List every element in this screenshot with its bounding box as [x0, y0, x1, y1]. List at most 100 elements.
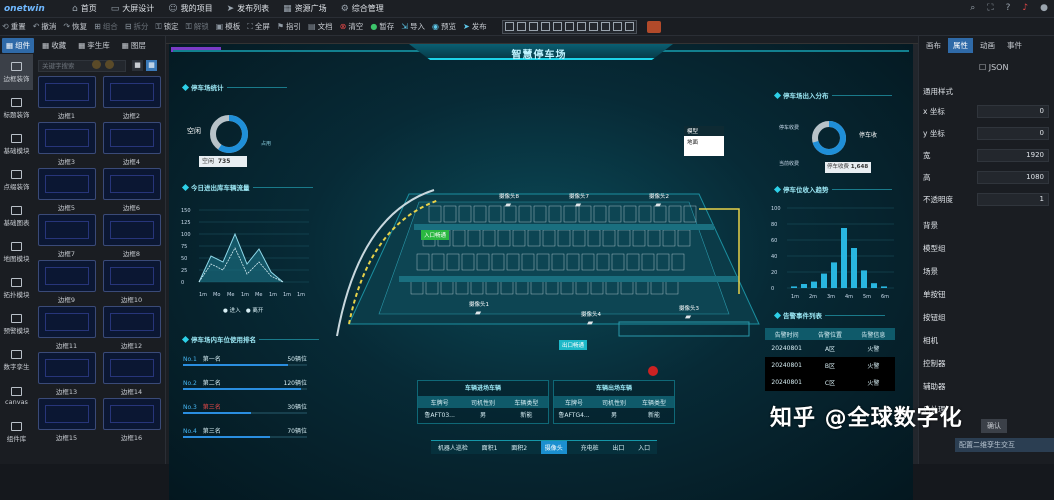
toolbar-save-button[interactable]: ● 暂存	[370, 21, 394, 32]
align-icon[interactable]	[600, 22, 610, 31]
camera-label[interactable]: 摄像头8 ▰	[499, 192, 519, 209]
toolbar-redo-button[interactable]: ↷ 恢复	[63, 21, 87, 32]
menu-item-0[interactable]: ⌂ 首页	[72, 3, 97, 14]
toolbar-publish-button[interactable]: ➤ 发布	[463, 21, 487, 32]
right-tab-0[interactable]: 画布	[921, 38, 946, 53]
thumbnail-item[interactable]: 边框5	[36, 168, 97, 212]
thumbnail-item[interactable]: 边框8	[101, 214, 162, 258]
thumbnail-item[interactable]: 边框16	[101, 398, 162, 442]
category-item-5[interactable]: 地图模块	[0, 234, 33, 270]
align-icon[interactable]	[528, 22, 538, 31]
model-legend-item[interactable]: 地面	[684, 136, 724, 148]
toolbar-lock-button[interactable]: ⚿ 锁定	[156, 21, 179, 32]
events-row[interactable]: 20240801 A区 火警	[765, 340, 895, 357]
toolbar-reset-button[interactable]: ⟲ 重置	[2, 21, 26, 32]
thumbnail-item[interactable]: 边框2	[101, 76, 162, 120]
events-row[interactable]: 20240801 B区 火警	[765, 357, 895, 374]
events-row[interactable]: 20240801 C区 火警	[765, 374, 895, 391]
property-group[interactable]: 模型组	[923, 243, 946, 254]
parking-3d-scene[interactable]	[319, 164, 789, 364]
toolbar-import-button[interactable]: ⇲ 导入	[401, 21, 425, 32]
align-icon[interactable]	[612, 22, 622, 31]
camera-label[interactable]: 摄像头1 ▰	[469, 300, 489, 317]
property-group[interactable]: 按钮组	[923, 312, 946, 323]
property-input[interactable]: 1920	[977, 148, 1049, 162]
scene-nav-item[interactable]: 摄像头	[540, 441, 567, 454]
menu-item-1[interactable]: ▭ 大屏设计	[111, 3, 155, 14]
user-avatar[interactable]: ●	[1040, 3, 1048, 13]
search-icon[interactable]: ⌕	[970, 3, 975, 13]
category-item-8[interactable]: 数字孪生	[0, 342, 33, 378]
help-icon[interactable]: ?	[1006, 3, 1011, 13]
thumbnail-item[interactable]: 边框14	[101, 352, 162, 396]
left-tab-0[interactable]: ▦ 组件	[2, 37, 35, 53]
toolbar-preview-button[interactable]: ◉ 预览	[432, 21, 456, 32]
menu-item-3[interactable]: ➤ 发布列表	[227, 3, 270, 14]
property-input[interactable]: 0	[977, 126, 1049, 140]
property-group[interactable]: 控制器	[923, 358, 946, 369]
thumbnail-item[interactable]: 边框1	[36, 76, 97, 120]
menu-item-2[interactable]: ☺ 我的项目	[168, 3, 212, 14]
menu-item-4[interactable]: ▦ 资源广场	[283, 3, 327, 14]
left-tab-3[interactable]: ▦ 图层	[118, 38, 150, 53]
toolbar-split-button[interactable]: ⊟ 拆分	[125, 21, 149, 32]
scene-nav-item[interactable]: 面积1	[482, 443, 498, 452]
category-item-4[interactable]: 基础图表	[0, 198, 33, 234]
car-table-row[interactable]: 鲁AFT03... 男 新能	[418, 408, 548, 420]
align-icon[interactable]	[504, 22, 514, 31]
category-item-1[interactable]: 标题装饰	[0, 90, 33, 126]
bell-icon[interactable]: ♪	[1022, 3, 1028, 13]
toolbar-clear-button[interactable]: ⊗ 清空	[340, 21, 364, 32]
alarm-icon[interactable]	[648, 366, 658, 376]
property-group[interactable]: 场景	[923, 266, 938, 277]
camera-label[interactable]: 摄像头7 ▰	[569, 192, 589, 209]
menu-item-5[interactable]: ⚙ 综合管理	[341, 3, 384, 14]
scene-nav-item[interactable]: 入口	[638, 443, 650, 452]
thumbnail-item[interactable]: 边框11	[36, 306, 97, 350]
camera-label[interactable]: 摄像头4 ▰	[581, 310, 601, 327]
property-group[interactable]: 背景	[923, 220, 938, 231]
category-item-2[interactable]: 基础模块	[0, 126, 33, 162]
property-group[interactable]: 单按钮	[923, 289, 946, 300]
align-icon[interactable]	[564, 22, 574, 31]
align-icon[interactable]	[552, 22, 562, 31]
toolbar-doc-button[interactable]: ▤ 文档	[308, 21, 333, 32]
property-group[interactable]: 辅助器	[923, 381, 946, 392]
align-icon[interactable]	[576, 22, 586, 31]
app-logo[interactable]: onetwin	[0, 0, 72, 18]
align-icon[interactable]	[624, 22, 634, 31]
thumbnail-item[interactable]: 边框7	[36, 214, 97, 258]
camera-label[interactable]: 摄像头3 ▰	[679, 304, 699, 321]
thumbnail-item[interactable]: 边框6	[101, 168, 162, 212]
property-input[interactable]: 1	[977, 192, 1049, 206]
scene-nav-item[interactable]: 充电桩	[581, 443, 599, 452]
property-group[interactable]: 相机	[923, 335, 938, 346]
left-tab-1[interactable]: ▦ 收藏	[38, 38, 70, 53]
category-item-6[interactable]: 拓扑模块	[0, 270, 33, 306]
json-toggle[interactable]: ☐ JSON	[979, 63, 1008, 72]
car-table-row[interactable]: 鲁AFTG4... 男 新能	[554, 408, 674, 420]
grid-view-icon[interactable]: ▦	[146, 60, 157, 71]
left-tab-2[interactable]: ▦ 孪生库	[74, 38, 114, 53]
thumbnail-item[interactable]: 边框12	[101, 306, 162, 350]
thumbnail-item[interactable]: 边框4	[101, 122, 162, 166]
category-item-9[interactable]: canvas	[0, 378, 33, 414]
thumbnail-item[interactable]: 边框9	[36, 260, 97, 304]
category-item-3[interactable]: 点缀装饰	[0, 162, 33, 198]
property-input[interactable]: 0	[977, 104, 1049, 118]
filter-icon[interactable]	[92, 60, 101, 69]
thumbnail-item[interactable]: 边框10	[101, 260, 162, 304]
property-input[interactable]: 1080	[977, 170, 1049, 184]
category-item-10[interactable]: 组件库	[0, 414, 33, 450]
category-item-7[interactable]: 预警模块	[0, 306, 33, 342]
toolbar-undo-button[interactable]: ↶ 撤消	[33, 21, 57, 32]
camera-label[interactable]: 摄像头2 ▰	[649, 192, 669, 209]
scene-nav-item[interactable]: 面积2	[511, 443, 527, 452]
list-view-icon[interactable]: ■	[132, 60, 143, 71]
toolbar-template-button[interactable]: ▣ 模板	[216, 21, 241, 32]
toolbar-flag-button[interactable]: ⚑ 指引	[277, 21, 301, 32]
apply-button[interactable]: 确认	[981, 419, 1007, 433]
right-tab-1[interactable]: 属性	[948, 37, 973, 53]
align-icon[interactable]	[588, 22, 598, 31]
config-twin-interaction-button[interactable]: 配置二维孪生交互	[955, 438, 1054, 452]
